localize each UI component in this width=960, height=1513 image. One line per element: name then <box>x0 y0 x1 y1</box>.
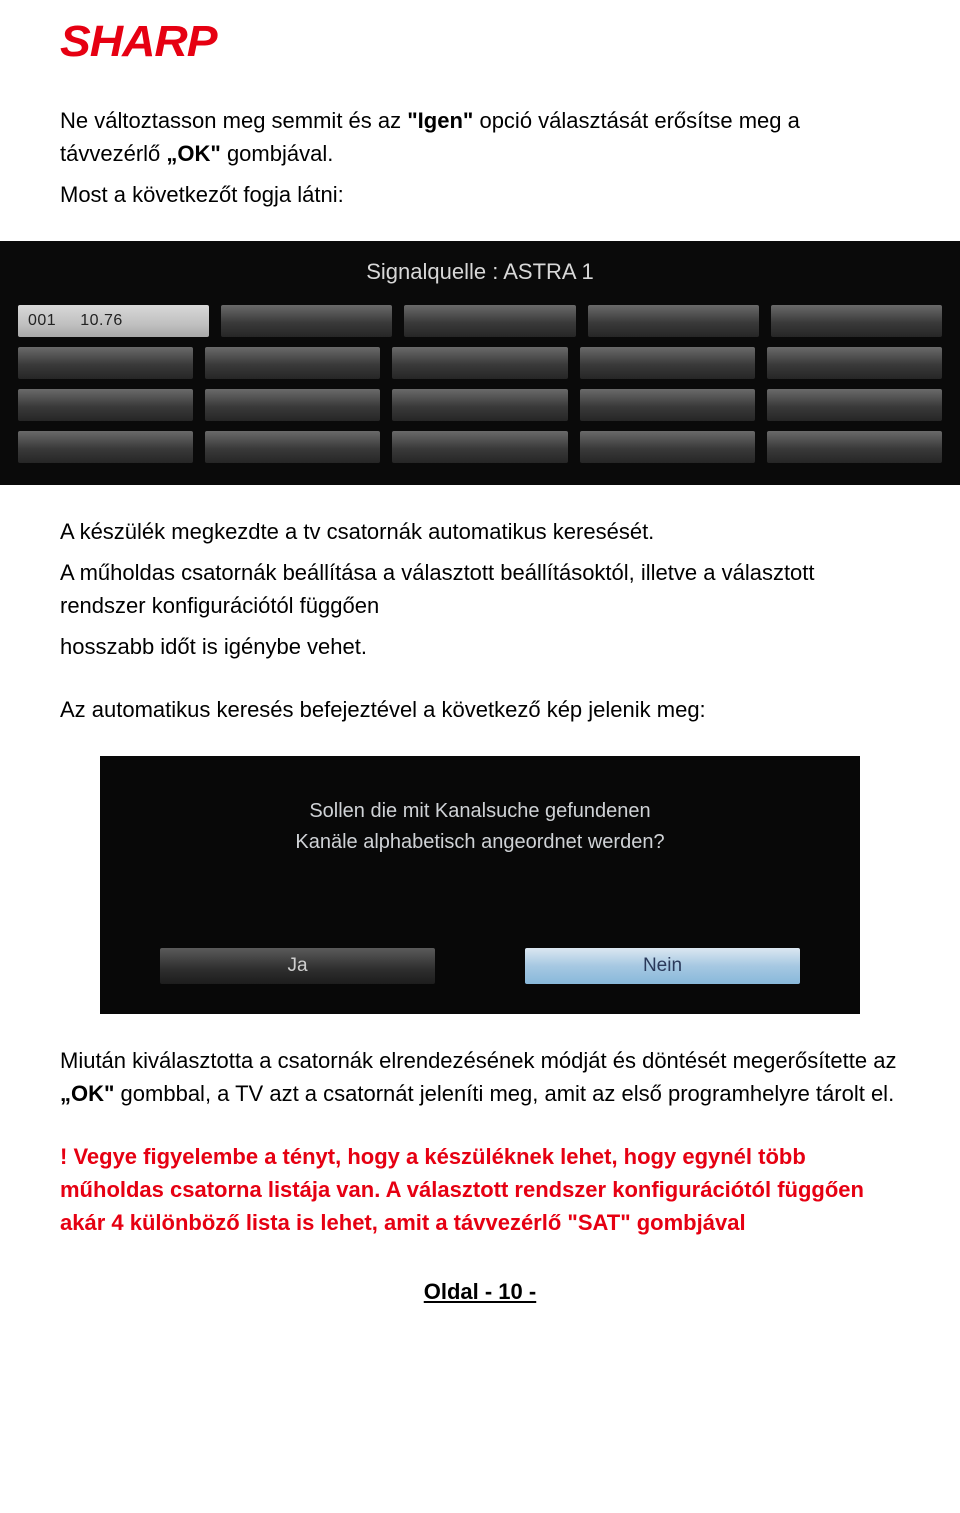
text: Ne változtasson meg semmit és az <box>60 108 407 133</box>
grid-row: 001 10.76 <box>18 305 942 337</box>
paragraph-4: A műholdas csatornák beállítása a válasz… <box>60 556 900 622</box>
svg-text:SHARP: SHARP <box>60 20 218 64</box>
channel-cell <box>392 347 567 379</box>
text-bold: „OK" <box>60 1081 114 1106</box>
channel-cell <box>18 347 193 379</box>
paragraph-3: A készülék megkezdte a tv csatornák auto… <box>60 515 900 548</box>
dialog-line-2: Kanäle alphabetisch angeordnet werden? <box>295 831 664 853</box>
text: gombbal, a TV azt a csatornát jeleníti m… <box>114 1081 894 1106</box>
paragraph-5: hosszabb időt is igénybe vehet. <box>60 630 900 663</box>
page-number: Oldal - 10 - <box>60 1279 900 1305</box>
warning-note: ! Vegye figyelembe a tényt, hogy a készü… <box>60 1140 900 1239</box>
dialog-buttons: Ja Nein <box>140 948 820 984</box>
text-bold: "Igen" <box>407 108 473 133</box>
channel-cell <box>588 305 759 337</box>
text: gombjával. <box>221 141 334 166</box>
channel-cell <box>767 389 942 421</box>
button-yes[interactable]: Ja <box>160 948 435 984</box>
brand-logo: SHARP <box>60 20 900 64</box>
channel-cell <box>580 389 755 421</box>
channel-cell <box>18 389 193 421</box>
screenshot-title: Signalquelle : ASTRA 1 <box>18 259 942 285</box>
paragraph-7: Miután kiválasztotta a csatornák elrende… <box>60 1044 900 1110</box>
paragraph-6: Az automatikus keresés befejeztével a kö… <box>60 693 900 726</box>
channel-grid: 001 10.76 <box>18 305 942 463</box>
button-no[interactable]: Nein <box>525 948 800 984</box>
channel-cell <box>205 389 380 421</box>
channel-cell <box>767 431 942 463</box>
text: Miután kiválasztotta a csatornák elrende… <box>60 1048 896 1073</box>
channel-cell <box>392 389 567 421</box>
channel-cell <box>221 305 392 337</box>
channel-cell <box>580 431 755 463</box>
dialog-line-1: Sollen die mit Kanalsuche gefundenen <box>309 800 650 822</box>
grid-row <box>18 347 942 379</box>
paragraph-2: Most a következőt fogja látni: <box>60 178 900 211</box>
channel-cell <box>767 347 942 379</box>
channel-number: 001 <box>28 312 56 330</box>
channel-cell-first: 001 10.76 <box>18 305 209 337</box>
channel-cell <box>771 305 942 337</box>
tv-screenshot-sort-dialog: Sollen die mit Kanalsuche gefundenen Kan… <box>100 756 860 1014</box>
grid-row <box>18 431 942 463</box>
grid-row <box>18 389 942 421</box>
paragraph-1: Ne változtasson meg semmit és az "Igen" … <box>60 104 900 170</box>
channel-cell <box>205 431 380 463</box>
text-bold: „OK" <box>166 141 220 166</box>
tv-screenshot-signal-source: Signalquelle : ASTRA 1 001 10.76 <box>0 241 960 485</box>
channel-cell <box>392 431 567 463</box>
channel-cell <box>18 431 193 463</box>
channel-cell <box>580 347 755 379</box>
channel-cell <box>404 305 575 337</box>
channel-value: 10.76 <box>80 312 123 330</box>
channel-cell <box>205 347 380 379</box>
dialog-text: Sollen die mit Kanalsuche gefundenen Kan… <box>140 796 820 858</box>
